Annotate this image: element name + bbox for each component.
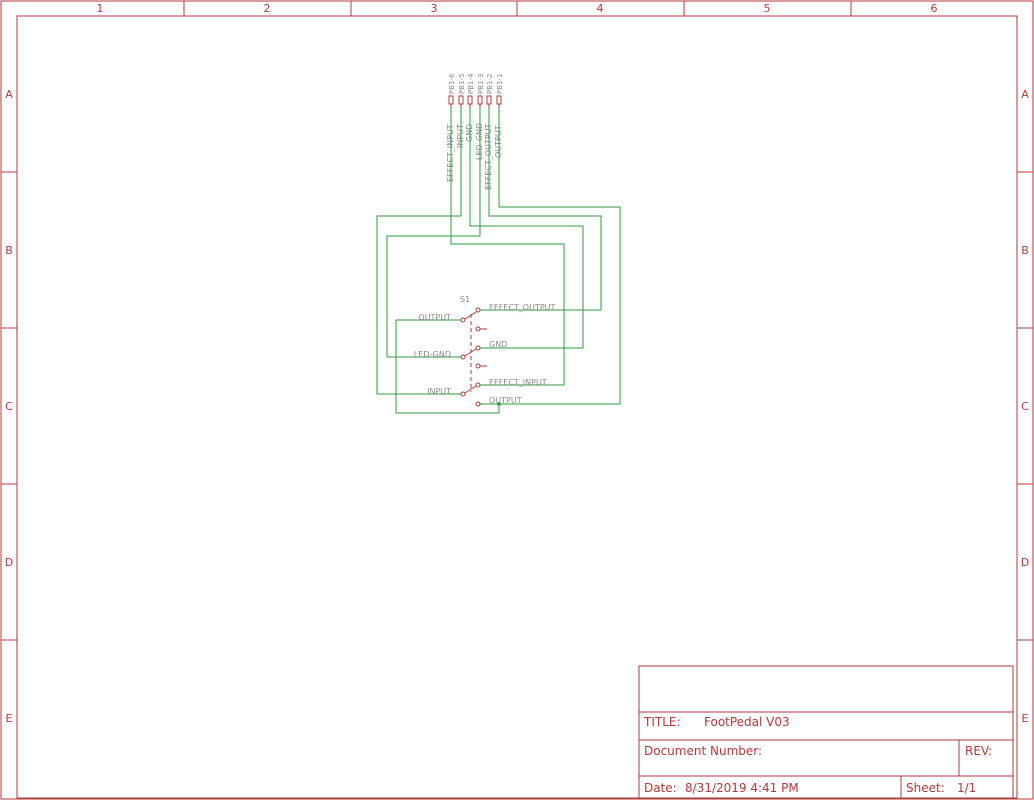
row-label: D [1021, 556, 1029, 569]
wires [376, 108, 621, 414]
switch-right-label: EFFECT_OUTPUT [489, 303, 556, 312]
column-label: 1 [97, 2, 104, 15]
row-label: C [5, 400, 13, 413]
row-ruler-right: A B C D E [1017, 88, 1033, 725]
row-label: A [5, 88, 13, 101]
document-number-label: Document Number: [644, 744, 762, 758]
svg-text:PB1-2: PB1-2 [486, 74, 494, 94]
schematic-sheet: 1 2 3 4 5 6 A B C D E A B C D E TITLE: F… [0, 0, 1034, 800]
row-label: B [5, 244, 13, 257]
column-label: 2 [264, 2, 271, 15]
column-label: 3 [431, 2, 438, 15]
switch-left-label: INPUT [427, 387, 451, 396]
svg-text:PB1-6: PB1-6 [448, 73, 456, 94]
date-label: Date: [644, 781, 677, 795]
column-label: 6 [931, 2, 938, 15]
title-block: TITLE: FootPedal V03 Document Number: RE… [638, 665, 1014, 799]
row-label: E [6, 712, 13, 725]
date-value: 8/31/2019 4:41 PM [685, 781, 799, 795]
connector-pin: PB1-2 [486, 74, 494, 108]
connector-pin: PB1-4 [467, 73, 475, 108]
svg-text:PB1-5: PB1-5 [458, 74, 466, 94]
rev-label: REV: [965, 744, 992, 758]
svg-text:PB1-1: PB1-1 [496, 74, 504, 94]
row-label: B [1021, 244, 1029, 257]
row-label: A [1021, 88, 1029, 101]
switch-right-label: OUTPUT [489, 396, 522, 405]
row-label: C [1021, 400, 1029, 413]
column-label: 5 [764, 2, 771, 15]
column-label: 4 [597, 2, 604, 15]
connector-pin: PB1-6 [448, 73, 456, 108]
connector-pin: PB1-1 [496, 74, 504, 108]
switch-left-label: OUTPUT [418, 313, 451, 322]
row-label: E [1022, 712, 1029, 725]
svg-text:PB1-4: PB1-4 [467, 73, 475, 94]
switch-left-label: LED-GND [414, 350, 451, 359]
switch-s1: S1 OUTPUT LED-GND INPUT EFFECT_OUTPUT GN… [414, 295, 556, 407]
inner-frame [16, 15, 1018, 799]
connector-pb1: PB1-6 PB1-5 PB1-4 PB1-3 PB1-2 PB1-1 EFFE… [446, 73, 504, 190]
title-value: FootPedal V03 [704, 715, 790, 729]
switch-ref: S1 [460, 295, 470, 304]
row-ruler-left: A B C D E [1, 88, 17, 725]
sheet-label: Sheet: [906, 781, 945, 795]
sheet-value: 1/1 [957, 781, 976, 795]
wire-effect-input [450, 108, 565, 386]
title-label: TITLE: [643, 715, 681, 729]
connector-pin: PB1-3 [477, 74, 485, 108]
svg-text:PB1-3: PB1-3 [477, 74, 485, 94]
switch-right-label: EFFECT_INPUT [489, 378, 547, 387]
switch-right-label: GND [489, 340, 507, 349]
connector-pin: PB1-5 [458, 74, 466, 108]
column-ruler: 1 2 3 4 5 6 [97, 1, 938, 16]
row-label: D [5, 556, 13, 569]
